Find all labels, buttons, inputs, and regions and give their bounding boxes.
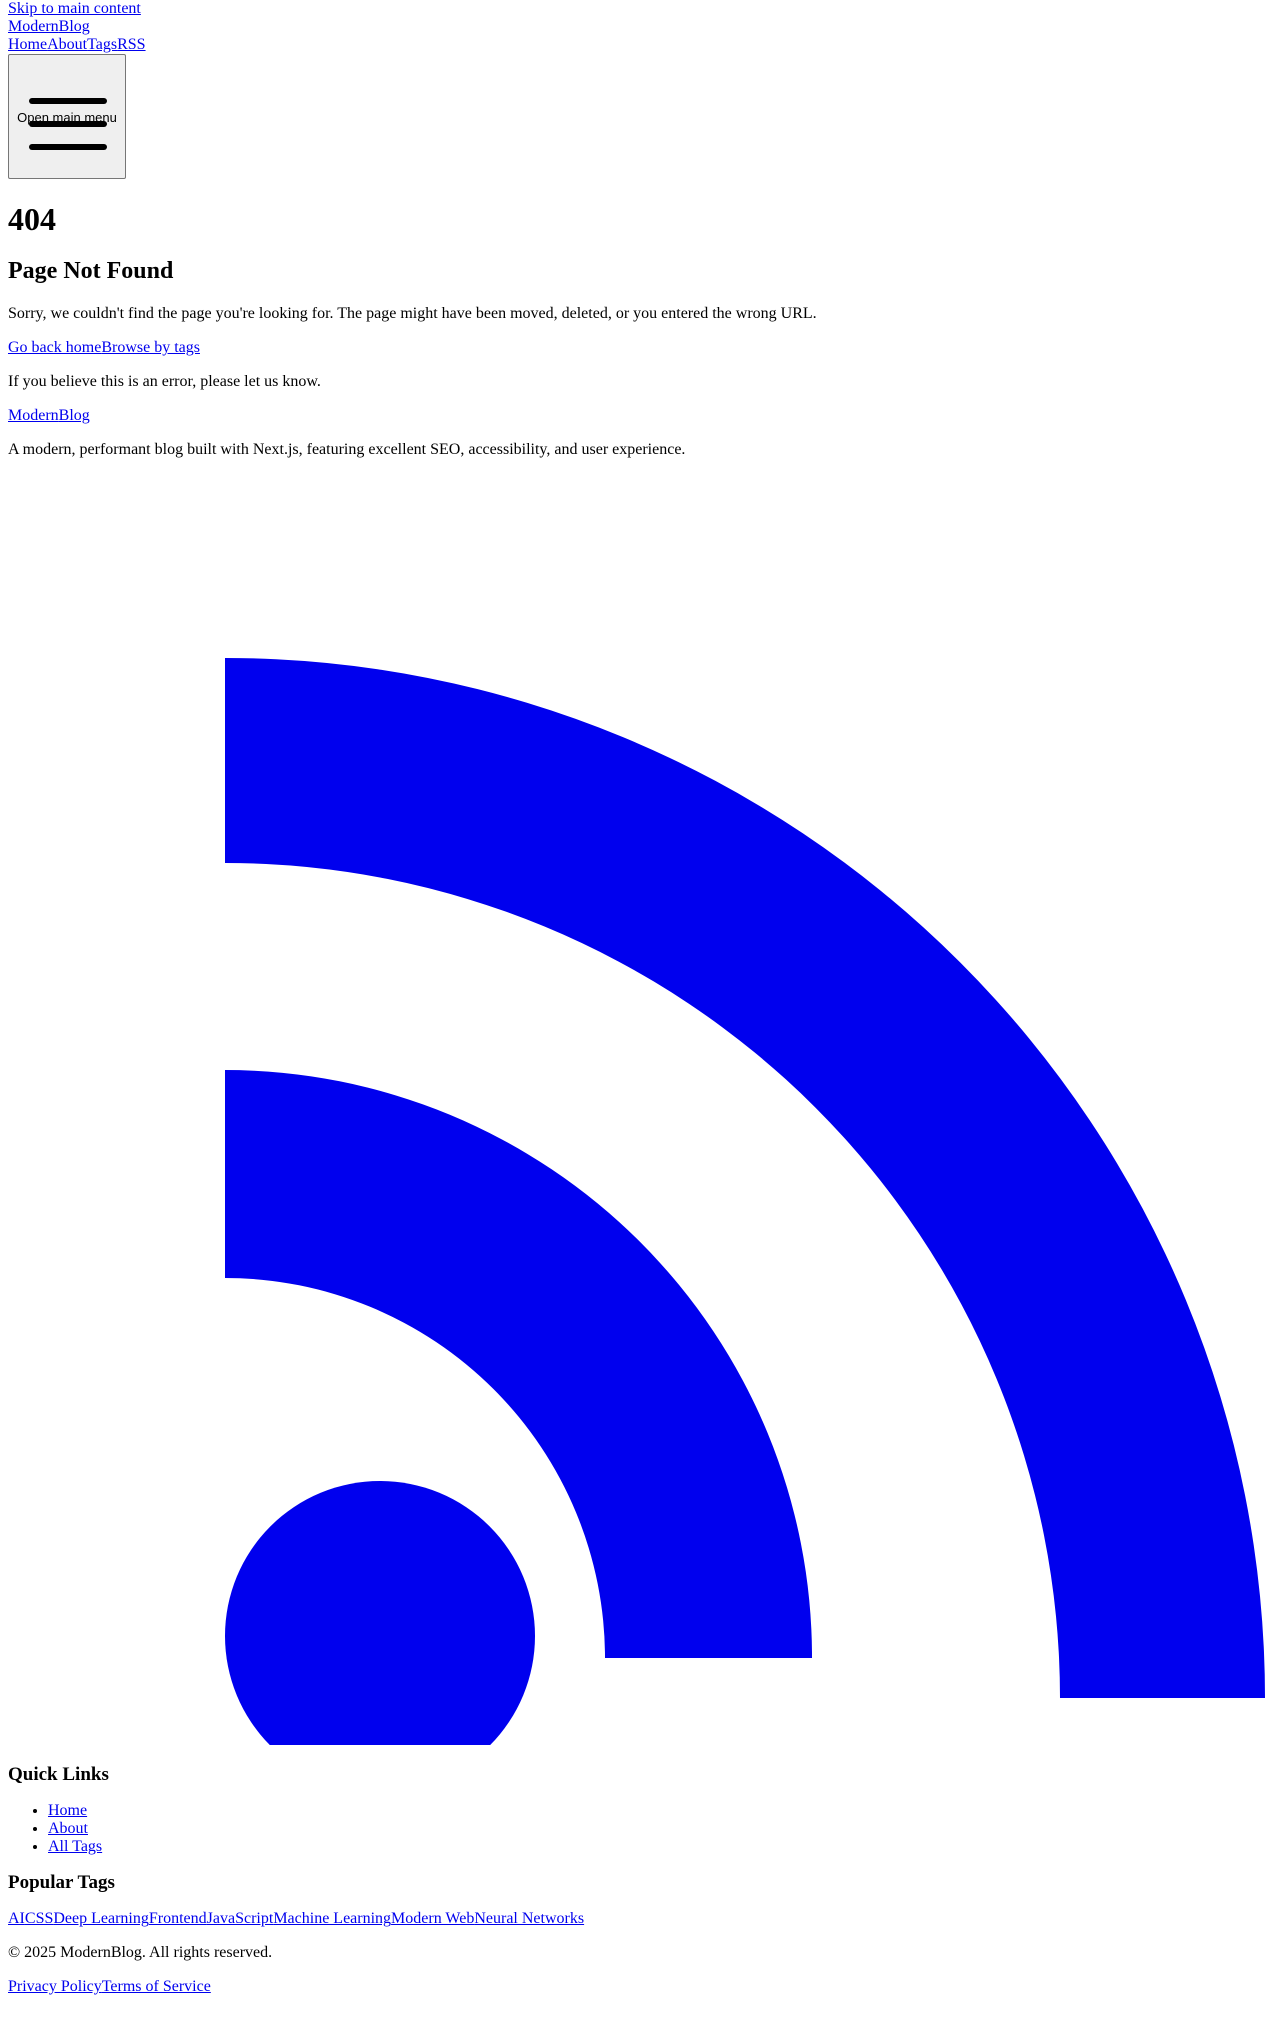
nav-about-link[interactable]: About (47, 36, 87, 53)
footer-description: A modern, performant blog built with Nex… (8, 441, 686, 458)
nav-rss-link[interactable]: RSS (117, 36, 145, 53)
quick-link-home[interactable]: Home (48, 1802, 87, 1819)
footer-brand-row: ModernBlog (0, 407, 1280, 425)
quick-link-about[interactable]: About (48, 1820, 88, 1837)
rss-icon[interactable] (0, 658, 1280, 1748)
tag-link-javascript[interactable]: JavaScript (207, 1910, 274, 1927)
skip-to-content-link[interactable]: Skip to main content (8, 0, 141, 17)
skip-link-row: Skip to main content (0, 0, 1280, 18)
rss-dot (225, 1481, 535, 1745)
tag-link-frontend[interactable]: Frontend (149, 1910, 207, 1927)
quick-link-item: All Tags (48, 1838, 1280, 1856)
nav-home-link[interactable]: Home (8, 36, 47, 53)
error-note: If you believe this is an error, please … (8, 373, 321, 390)
error-code: 404 (8, 201, 56, 237)
quick-links-list: Home About All Tags (0, 1802, 1280, 1856)
open-main-menu-button[interactable]: Open main menu (8, 54, 126, 179)
terms-of-service-link[interactable]: Terms of Service (102, 1978, 211, 1995)
brand-part-2: Blog (58, 18, 90, 35)
copyright-text: © 2025 ModernBlog. All rights reserved. (8, 1944, 273, 1961)
main-content: 404 Page Not Found Sorry, we couldn't fi… (0, 201, 1280, 391)
quick-links-heading: Quick Links (8, 1764, 109, 1785)
tag-link-modern-web[interactable]: Modern Web (391, 1910, 474, 1927)
main-nav: HomeAboutTagsRSS (0, 36, 1280, 54)
nav-tags-link[interactable]: Tags (87, 36, 117, 53)
footer-logo-link[interactable]: ModernBlog (8, 407, 90, 424)
privacy-policy-link[interactable]: Privacy Policy (8, 1978, 102, 1995)
tag-link-machine-learning[interactable]: Machine Learning (273, 1910, 391, 1927)
tag-link-neural-networks[interactable]: Neural Networks (474, 1910, 584, 1927)
footer-brand-part-1: Modern (8, 407, 59, 424)
footer-brand-part-2: Blog (58, 407, 90, 424)
quick-link-item: About (48, 1820, 1280, 1838)
site-header: Skip to main content ModernBlog HomeAbou… (0, 0, 1280, 179)
quick-link-item: Home (48, 1802, 1280, 1820)
site-footer: ModernBlog A modern, performant blog bui… (0, 407, 1280, 1995)
error-title: Page Not Found (8, 258, 174, 284)
popular-tags-heading: Popular Tags (8, 1872, 115, 1893)
quick-link-all-tags[interactable]: All Tags (48, 1838, 102, 1855)
legal-links: Privacy PolicyTerms of Service (0, 1978, 1280, 1996)
brand-part-1: Modern (8, 18, 59, 35)
brand-row: ModernBlog (0, 18, 1280, 36)
site-logo-link[interactable]: ModernBlog (8, 18, 90, 35)
error-message: Sorry, we couldn't find the page you're … (8, 305, 817, 322)
tag-link-ai[interactable]: AI (8, 1910, 25, 1927)
footer-links-block: Quick Links Home About All Tags Popular … (0, 1764, 1280, 1996)
tag-link-deep-learning[interactable]: Deep Learning (53, 1910, 149, 1927)
browse-by-tags-link[interactable]: Browse by tags (101, 339, 200, 356)
go-back-home-link[interactable]: Go back home (8, 339, 101, 356)
hamburger-bar-bottom (29, 144, 107, 150)
popular-tags-list: AICSSDeep LearningFrontendJavaScriptMach… (0, 1910, 1280, 1928)
hamburger-bar-middle (29, 121, 107, 127)
tag-link-css[interactable]: CSS (25, 1910, 53, 1927)
hamburger-bar-top (29, 98, 107, 104)
error-actions: Go back homeBrowse by tags (0, 339, 1280, 357)
